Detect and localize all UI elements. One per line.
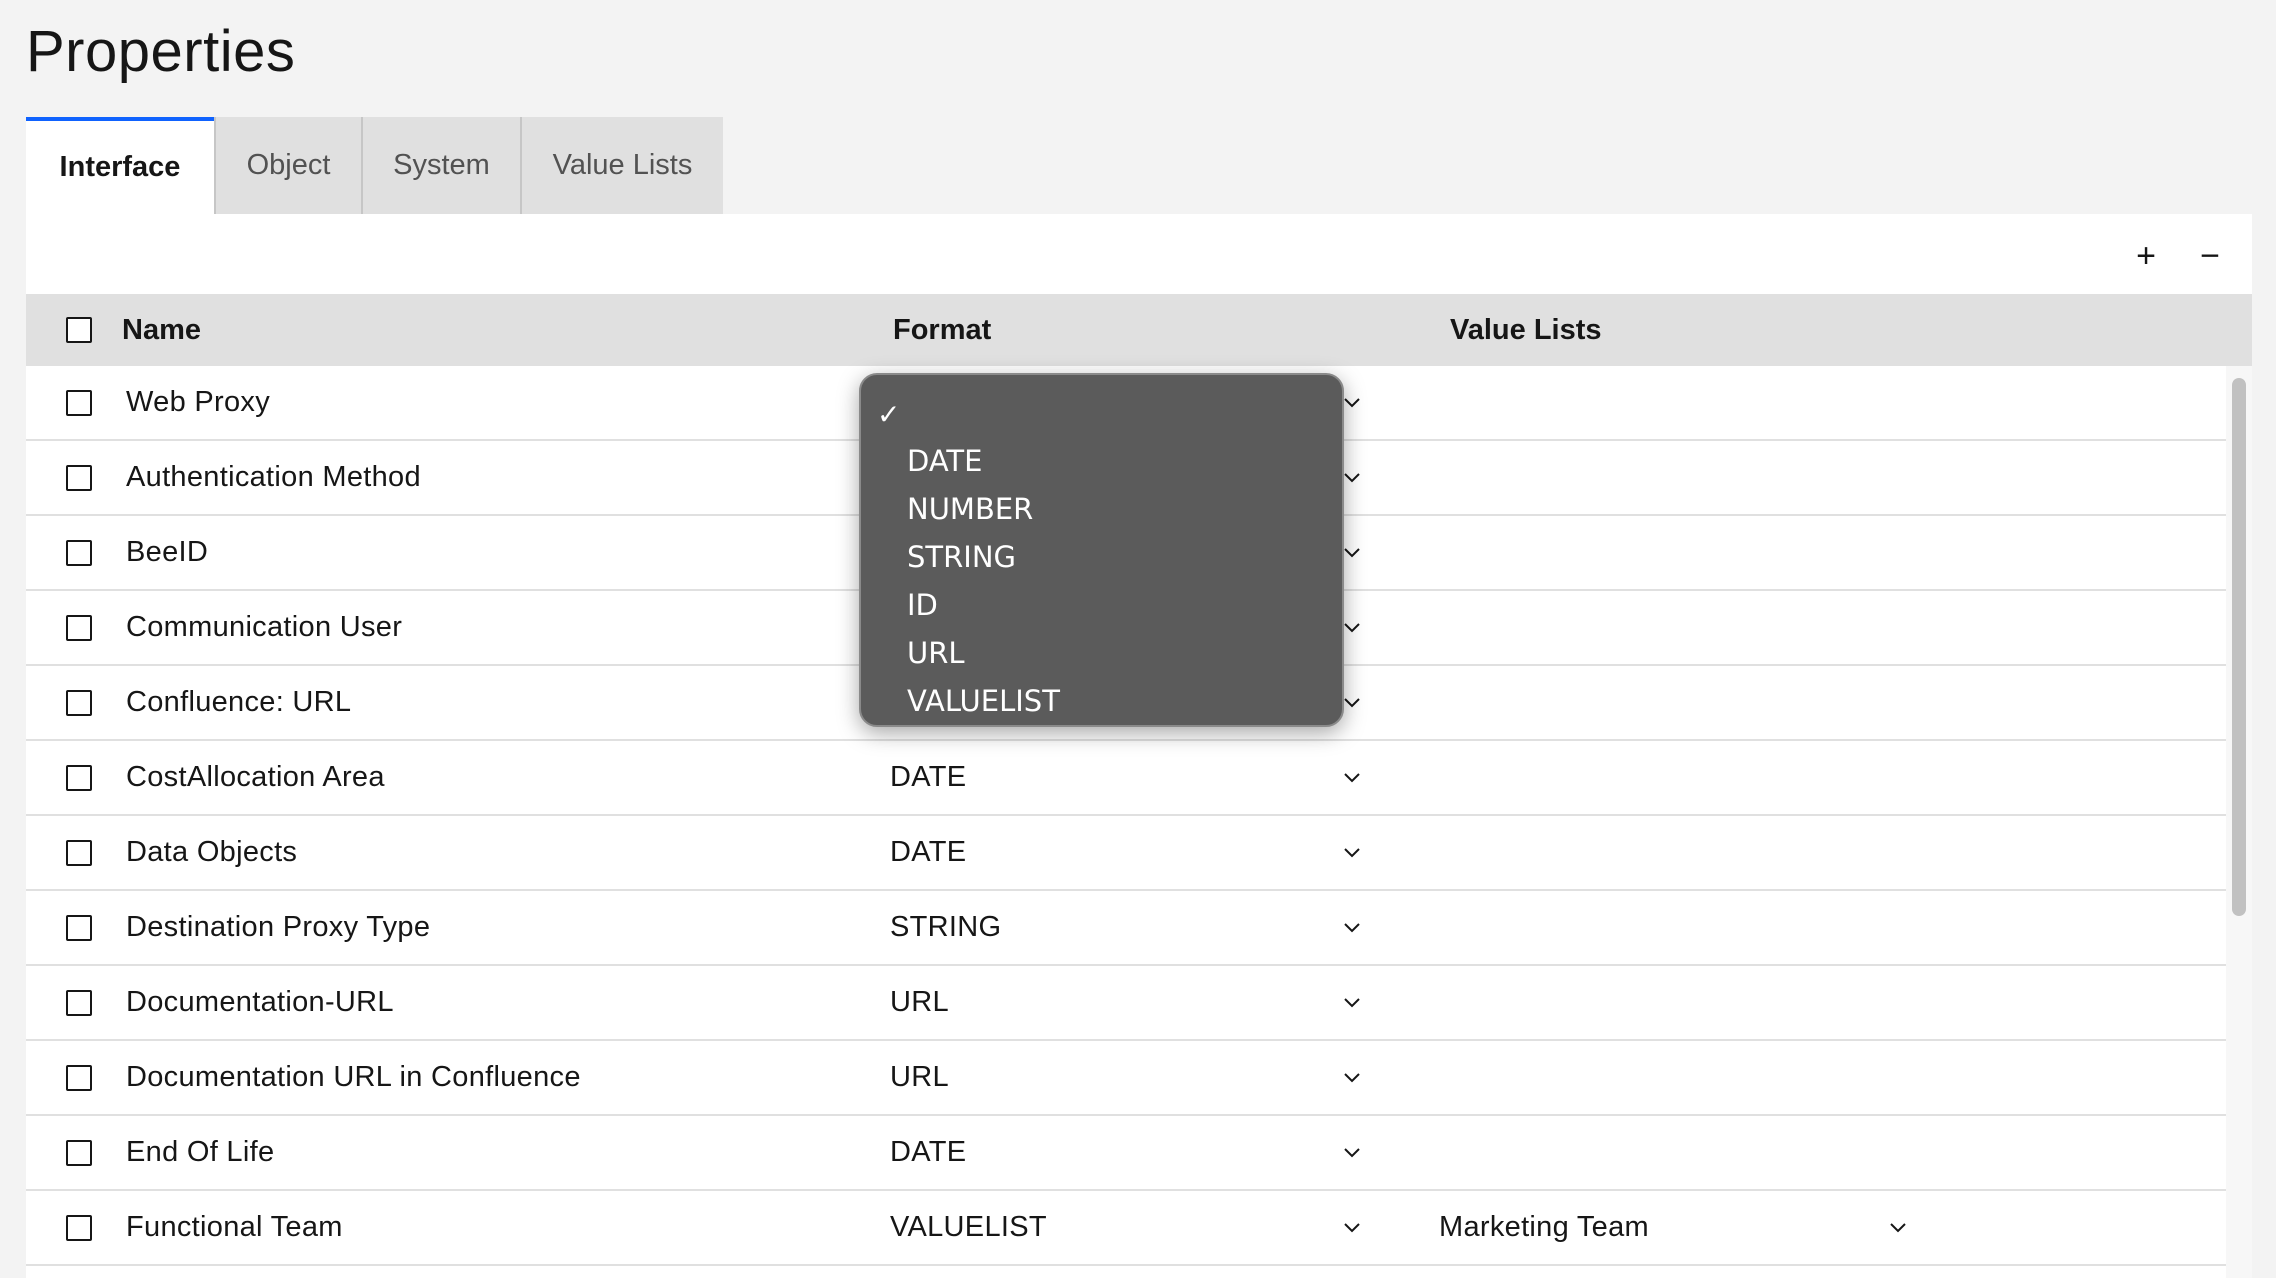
- page-title: Properties: [26, 19, 296, 84]
- row-name: Destination Proxy Type: [126, 911, 431, 943]
- row-checkbox[interactable]: [66, 615, 92, 641]
- chevron-down-icon[interactable]: [1337, 913, 1367, 943]
- column-header-format[interactable]: Format: [893, 294, 991, 366]
- table-header: Name Format Value Lists: [26, 294, 2252, 366]
- table-row[interactable]: Destination Proxy Type STRING: [26, 891, 2226, 966]
- tab-value-lists[interactable]: Value Lists: [520, 117, 723, 214]
- chevron-down-icon[interactable]: [1337, 1213, 1367, 1243]
- format-option[interactable]: ID: [861, 581, 1342, 629]
- row-name: End Of Life: [126, 1136, 275, 1168]
- row-checkbox[interactable]: [66, 990, 92, 1016]
- tab-bar: Interface Object System Value Lists: [26, 117, 723, 214]
- checkmark-icon: ✓: [877, 398, 901, 431]
- chevron-down-icon[interactable]: [1337, 763, 1367, 793]
- row-name: Functional Team: [126, 1211, 343, 1243]
- format-dropdown-menu: ✓ DATE NUMBER STRING ID URL VALUELIST: [859, 373, 1344, 727]
- row-name: Web Proxy: [126, 386, 270, 418]
- format-option-label: DATE: [907, 444, 983, 478]
- format-select[interactable]: DATE: [890, 816, 966, 889]
- row-checkbox[interactable]: [66, 915, 92, 941]
- format-option[interactable]: STRING: [861, 533, 1342, 581]
- format-select[interactable]: URL: [890, 1041, 949, 1114]
- format-select[interactable]: DATE: [890, 1116, 966, 1189]
- row-name: Documentation-URL: [126, 986, 394, 1018]
- tab-object[interactable]: Object: [214, 117, 361, 214]
- select-all-checkbox[interactable]: [66, 317, 92, 343]
- value-list-select[interactable]: Marketing Team: [1439, 1191, 1649, 1264]
- row-checkbox[interactable]: [66, 390, 92, 416]
- format-option-label: VALUELIST: [907, 684, 1060, 718]
- format-option[interactable]: NUMBER: [861, 485, 1342, 533]
- chevron-down-icon[interactable]: [1337, 1063, 1367, 1093]
- row-checkbox[interactable]: [66, 765, 92, 791]
- chevron-down-icon[interactable]: [1883, 1213, 1913, 1243]
- chevron-down-icon[interactable]: [1337, 838, 1367, 868]
- table-row[interactable]: Documentation URL in Confluence URL: [26, 1041, 2226, 1116]
- tab-system[interactable]: System: [361, 117, 520, 214]
- row-name: Authentication Method: [126, 461, 421, 493]
- row-checkbox[interactable]: [66, 1215, 92, 1241]
- row-checkbox[interactable]: [66, 1140, 92, 1166]
- format-option-label: URL: [907, 636, 965, 670]
- table-toolbar: + −: [2052, 214, 2252, 294]
- row-name: Confluence: URL: [126, 686, 352, 718]
- format-option[interactable]: URL: [861, 629, 1342, 677]
- row-checkbox[interactable]: [66, 1065, 92, 1091]
- format-option[interactable]: ✓: [861, 389, 1342, 437]
- chevron-down-icon[interactable]: [1337, 988, 1367, 1018]
- column-header-name[interactable]: Name: [122, 294, 201, 366]
- remove-row-button[interactable]: −: [2188, 234, 2232, 278]
- table-row[interactable]: Documentation-URL URL: [26, 966, 2226, 1041]
- table-row[interactable]: Functional Team VALUELIST Marketing Team: [26, 1191, 2226, 1266]
- row-name: CostAllocation Area: [126, 761, 385, 793]
- format-select[interactable]: URL: [890, 966, 949, 1039]
- row-checkbox[interactable]: [66, 690, 92, 716]
- format-select[interactable]: DATE: [890, 741, 966, 814]
- row-checkbox[interactable]: [66, 840, 92, 866]
- row-name: Data Objects: [126, 836, 298, 868]
- format-option[interactable]: VALUELIST: [861, 677, 1342, 725]
- row-checkbox[interactable]: [66, 465, 92, 491]
- chevron-down-icon[interactable]: [1337, 1138, 1367, 1168]
- format-option-label: ID: [907, 588, 938, 622]
- scrollbar-thumb[interactable]: [2232, 378, 2246, 916]
- format-select[interactable]: VALUELIST: [890, 1191, 1047, 1264]
- vertical-scrollbar[interactable]: [2226, 366, 2252, 1278]
- row-name: Communication User: [126, 611, 403, 643]
- row-name: BeeID: [126, 536, 209, 568]
- add-row-button[interactable]: +: [2124, 234, 2168, 278]
- tab-interface[interactable]: Interface: [26, 117, 214, 214]
- format-option[interactable]: DATE: [861, 437, 1342, 485]
- format-select[interactable]: STRING: [890, 891, 1001, 964]
- table-row[interactable]: End Of Life DATE: [26, 1116, 2226, 1191]
- table-row[interactable]: CostAllocation Area DATE: [26, 741, 2226, 816]
- column-header-value-lists[interactable]: Value Lists: [1450, 294, 1602, 366]
- table-row[interactable]: Data Objects DATE: [26, 816, 2226, 891]
- row-checkbox[interactable]: [66, 540, 92, 566]
- row-name: Documentation URL in Confluence: [126, 1061, 581, 1093]
- format-option-label: STRING: [907, 540, 1016, 574]
- format-option-label: NUMBER: [907, 492, 1034, 526]
